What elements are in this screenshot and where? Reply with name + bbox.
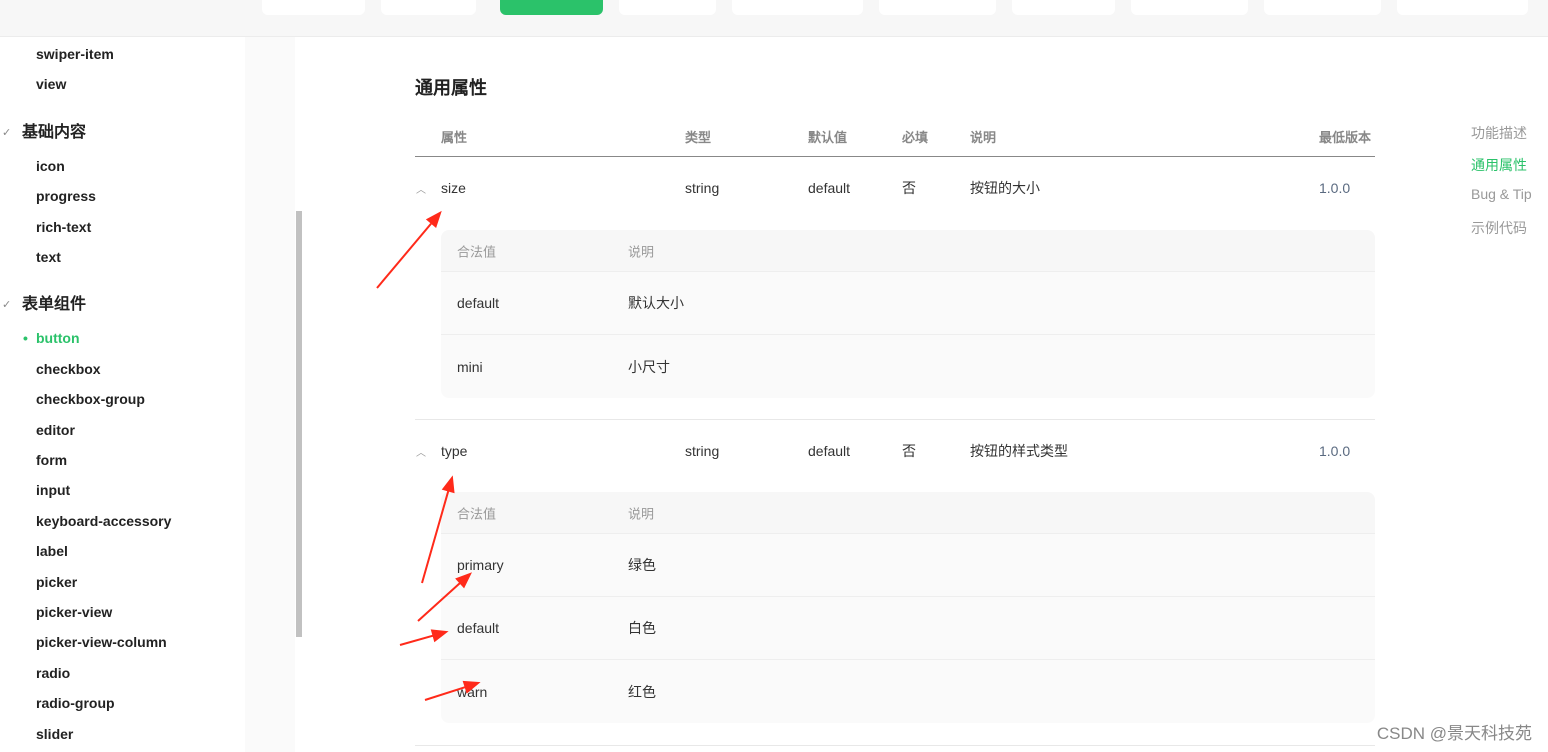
sidebar-item-keyboard-accessory[interactable]: keyboard-accessory	[36, 512, 171, 530]
valid-value-desc: 绿色	[628, 557, 656, 573]
valid-value-desc: 小尺寸	[628, 358, 670, 375]
valid-value-row: default 白色	[441, 597, 1375, 660]
sidebar-item-picker-view[interactable]: picker-view	[36, 603, 112, 621]
valid-value: default	[457, 295, 500, 311]
sidebar-item-picker[interactable]: picker	[36, 573, 77, 591]
cell-default: default	[808, 180, 851, 196]
sidebar: swiper-item view ✓ 基础内容 icon progress rich-tex…	[0, 37, 245, 752]
sidebar-item-swiper-item[interactable]: swiper-item	[36, 45, 114, 63]
valid-value-desc: 白色	[628, 620, 656, 636]
chevron-down-icon: ✓	[2, 126, 12, 139]
valid-value-row: default 默认大小	[441, 272, 1375, 335]
sidebar-item-text[interactable]: text	[36, 248, 61, 266]
valid-values-table: 合法值 说明 primary 绿色 default 白色 warn 红色	[441, 492, 1375, 723]
sidebar-item-input[interactable]: input	[36, 481, 70, 499]
cell-type: string	[685, 180, 720, 196]
valid-value: mini	[457, 358, 483, 375]
valid-value-row: mini 小尺寸	[441, 335, 1375, 398]
sidebar-item-slider[interactable]: slider	[36, 725, 73, 743]
column-header: 属性	[441, 130, 468, 145]
sidebar-item-picker-view-column[interactable]: picker-view-column	[36, 633, 167, 651]
sub-header: 合法值	[457, 244, 497, 259]
chevron-down-icon: ✓	[2, 299, 12, 312]
section-title: 通用属性	[415, 78, 487, 98]
nav-tab-6[interactable]: 工具	[1012, 0, 1115, 15]
nav-tab-2[interactable]: 组件	[500, 0, 603, 15]
column-header: 最低版本	[1319, 130, 1372, 145]
toc-item[interactable]: 功能描述	[1471, 123, 1527, 143]
annotation-arrow	[399, 629, 449, 646]
sidebar-item-radio[interactable]: radio	[36, 664, 70, 682]
sidebar-item-form[interactable]: form	[36, 451, 67, 469]
cell-default: default	[808, 443, 851, 459]
sidebar-item-label[interactable]: label	[36, 542, 68, 560]
sidebar-item-checkbox[interactable]: checkbox	[36, 360, 101, 378]
sidebar-category[interactable]: ✓ 表单组件	[2, 295, 87, 315]
sidebar-category-label: 表单组件	[22, 296, 87, 314]
chevron-up-icon[interactable]: ︿	[416, 444, 426, 459]
valid-value-desc: 红色	[628, 683, 656, 700]
sidebar-item-view[interactable]: view	[36, 75, 66, 93]
valid-value-row: warn 红色	[441, 660, 1375, 723]
valid-value: warn	[457, 683, 488, 700]
nav-tab-0[interactable]: 指南	[262, 0, 365, 15]
cell-desc: 按钮的样式类型	[970, 443, 1068, 459]
sidebar-item-icon[interactable]: icon	[36, 157, 65, 175]
nav-tab-9[interactable]: 更新日志	[1397, 0, 1528, 15]
sidebar-category-label: 基础内容	[22, 123, 87, 141]
column-header: 必填	[902, 130, 929, 145]
valid-values-header: 合法值 说明	[441, 492, 1375, 534]
toc-item[interactable]: 示例代码	[1471, 218, 1527, 238]
valid-value-row: primary 绿色	[441, 534, 1375, 597]
toc-item[interactable]: 通用属性	[1471, 155, 1527, 175]
header-divider	[415, 156, 1375, 157]
sidebar-item-checkbox-group[interactable]: checkbox-group	[36, 390, 145, 408]
cell-type: string	[685, 443, 720, 459]
sidebar-item-editor[interactable]: editor	[36, 421, 75, 439]
cell-required: 否	[902, 443, 916, 459]
valid-values-header: 合法值 说明	[441, 230, 1375, 272]
chevron-up-icon[interactable]: ︿	[416, 181, 426, 196]
valid-value: primary	[457, 557, 504, 573]
valid-value-desc: 默认大小	[628, 295, 684, 311]
row-divider	[415, 745, 1375, 746]
valid-value: default	[457, 620, 500, 636]
column-header: 默认值	[808, 130, 848, 145]
sidebar-category[interactable]: ✓ 基础内容	[2, 123, 87, 143]
nav-tab-4[interactable]: 平台能力	[732, 0, 863, 15]
sidebar-item-progress[interactable]: progress	[36, 187, 96, 205]
cell-desc: 按钮的大小	[970, 180, 1040, 196]
cell-name: size	[441, 180, 466, 196]
valid-values-table: 合法值 说明 default 默认大小 mini 小尺寸	[441, 230, 1375, 398]
column-header: 说明	[970, 130, 997, 145]
nav-tab-3[interactable]: API	[619, 0, 716, 15]
sidebar-item-radio-group[interactable]: radio-group	[36, 694, 115, 712]
cell-name: type	[441, 443, 468, 459]
sidebar-item-button[interactable]: button	[23, 329, 79, 347]
nav-tab-8[interactable]: 云托管	[1264, 0, 1381, 15]
row-divider	[415, 419, 1375, 420]
nav-tab-7[interactable]: 云开发	[1131, 0, 1248, 15]
sub-header: 合法值	[457, 506, 497, 521]
sub-header: 说明	[628, 506, 655, 521]
sub-header: 说明	[628, 244, 655, 259]
nav-tab-5[interactable]: 服务端	[879, 0, 996, 15]
watermark: CSDN @景天科技苑	[1376, 724, 1532, 743]
column-header: 类型	[685, 130, 712, 145]
sidebar-scrollbar[interactable]	[296, 211, 302, 637]
sidebar-gutter	[245, 37, 295, 752]
top-nav: 指南 框架 组件 API 平台能力 服务端 工具 云开发 云托管 更新日志	[0, 0, 1548, 37]
nav-tab-1[interactable]: 框架	[381, 0, 476, 15]
annotation-arrow	[376, 210, 442, 289]
cell-version: 1.0.0	[1319, 180, 1351, 196]
cell-required: 否	[902, 180, 916, 196]
sidebar-item-rich-text[interactable]: rich-text	[36, 218, 91, 236]
cell-version: 1.0.0	[1319, 443, 1351, 459]
toc-item[interactable]: Bug & Tip	[1471, 186, 1532, 202]
